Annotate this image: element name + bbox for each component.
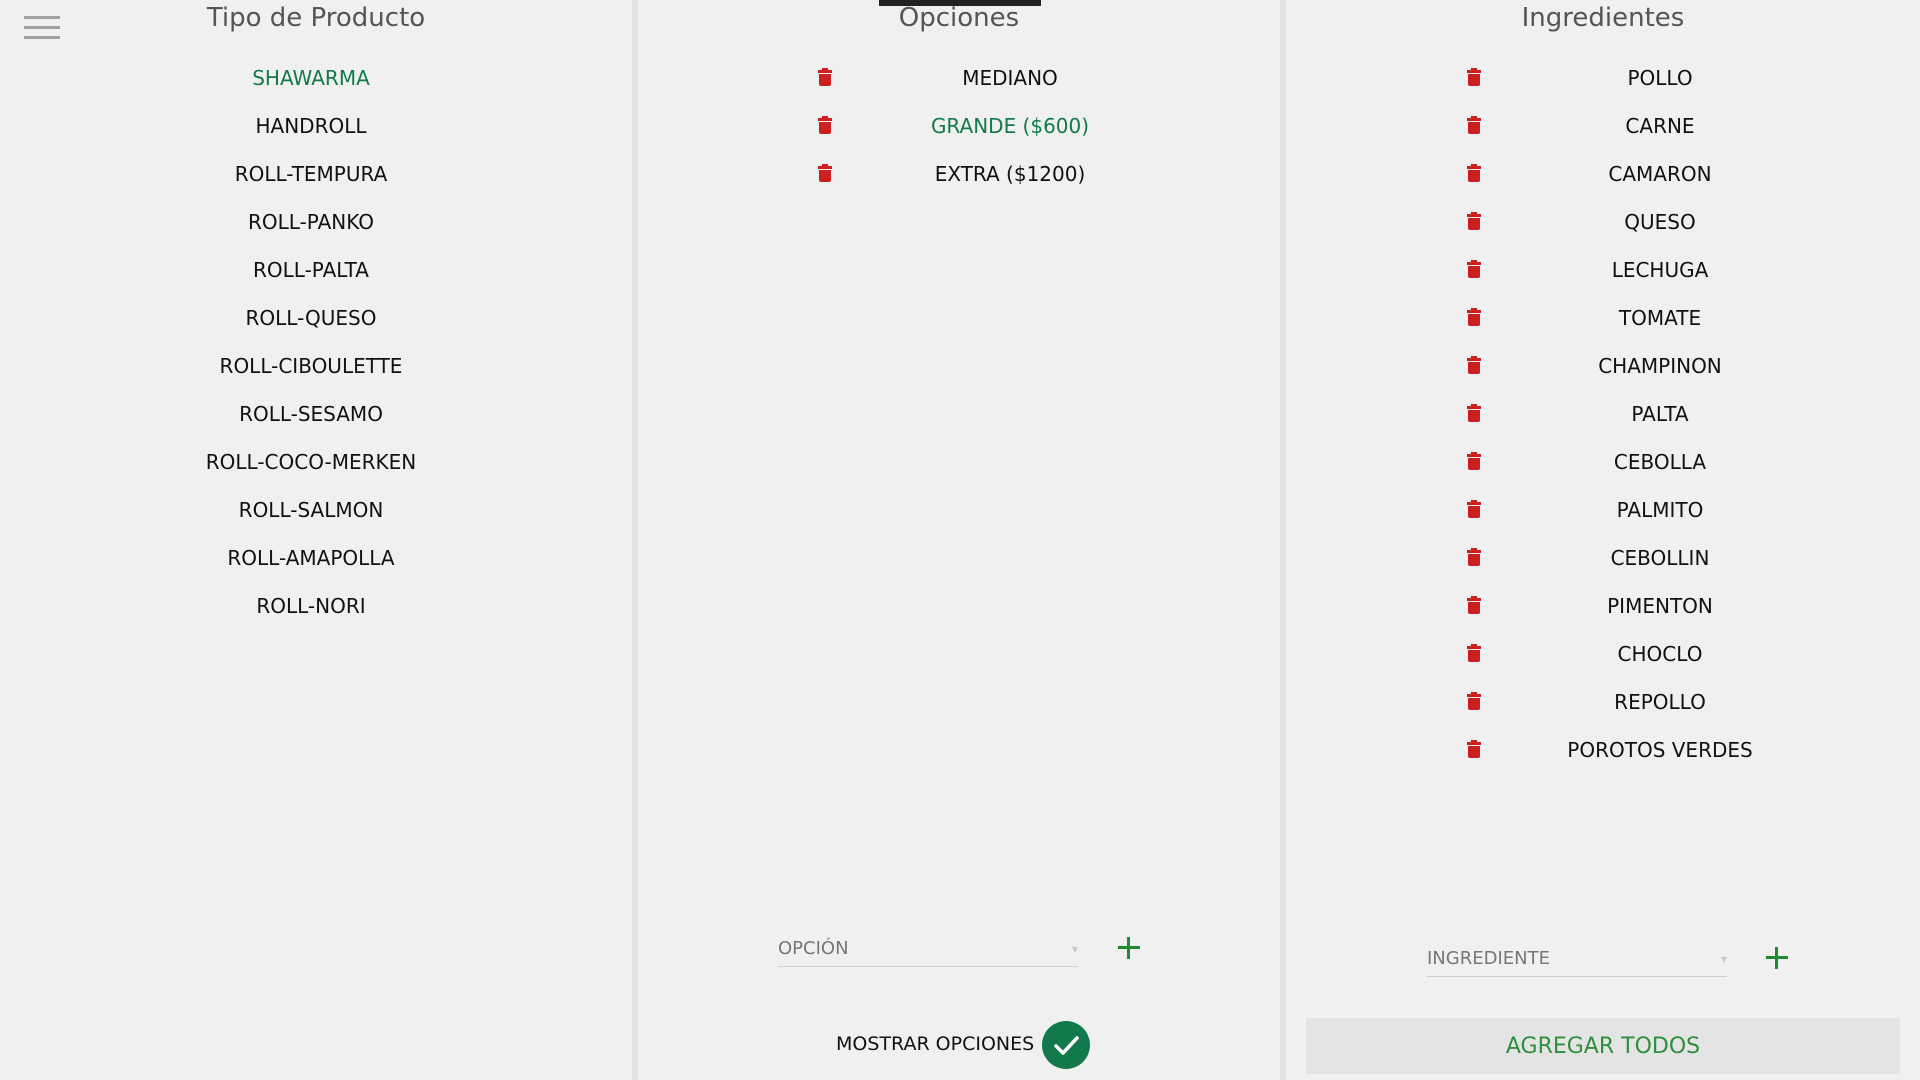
ingredient-item[interactable]: PALTA [1510,400,1810,428]
ingredient-item[interactable]: POLLO [1510,64,1810,92]
add-option-plus-icon[interactable] [1118,937,1140,959]
show-options-toggle[interactable] [1042,1021,1090,1069]
ingredient-item[interactable]: CEBOLLA [1510,448,1810,476]
trash-icon[interactable] [1467,116,1481,134]
trash-icon[interactable] [1467,740,1481,758]
trash-icon[interactable] [1467,68,1481,86]
chevron-down-icon[interactable]: ▾ [1072,942,1078,956]
option-item[interactable]: GRANDE ($600) [860,112,1160,140]
trash-icon[interactable] [1467,548,1481,566]
show-options-label: MOSTRAR OPCIONES [836,1033,1035,1055]
trash-icon[interactable] [1467,164,1481,182]
options-title: Opciones [898,3,1020,33]
ingredient-item[interactable]: PIMENTON [1510,592,1810,620]
product-type-item[interactable]: ROLL-CIBOULETTE [0,352,622,380]
trash-icon[interactable] [1467,212,1481,230]
trash-icon[interactable] [1467,260,1481,278]
ingredients-title: Ingredientes [1521,3,1685,33]
product-type-item[interactable]: SHAWARMA [0,64,622,92]
option-input-placeholder: OPCIÓN [778,938,849,959]
trash-icon[interactable] [1467,500,1481,518]
ingredient-input-placeholder: INGREDIENTE [1427,948,1550,969]
product-type-item[interactable]: ROLL-SALMON [0,496,622,524]
ingredient-item[interactable]: CEBOLLIN [1510,544,1810,572]
trash-icon[interactable] [818,116,832,134]
options-column: Opciones MEDIANO GRANDE ($600) EXTRA ($120… [638,0,1280,1080]
product-type-item[interactable]: ROLL-PALTA [0,256,622,284]
chevron-down-icon[interactable]: ▾ [1721,952,1727,966]
add-all-button[interactable]: AGREGAR TODOS [1306,1018,1900,1074]
product-type-item[interactable]: ROLL-NORI [0,592,622,620]
product-type-title: Tipo de Producto [206,3,426,33]
trash-icon[interactable] [1467,596,1481,614]
product-type-item[interactable]: ROLL-SESAMO [0,400,622,428]
product-type-item[interactable]: ROLL-COCO-MERKEN [0,448,622,476]
trash-icon[interactable] [1467,452,1481,470]
trash-icon[interactable] [818,164,832,182]
product-type-item[interactable]: ROLL-QUESO [0,304,622,332]
check-icon [1054,1036,1079,1055]
ingredients-column: Ingredientes POLLO CARNE CAMARON QUESO LECHU… [1286,0,1920,1080]
ingredient-item[interactable]: POROTOS VERDES [1510,736,1810,764]
ingredient-item[interactable]: REPOLLO [1510,688,1810,716]
add-ingredient-plus-icon[interactable] [1766,947,1788,969]
product-type-item[interactable]: ROLL-TEMPURA [0,160,622,188]
product-type-column: Tipo de Producto SHAWARMA HANDROLL ROLL-TE… [0,0,632,1080]
trash-icon[interactable] [1467,644,1481,662]
product-type-item[interactable]: ROLL-PANKO [0,208,622,236]
ingredient-item[interactable]: PALMITO [1510,496,1810,524]
ingredient-item[interactable]: CAMARON [1510,160,1810,188]
option-item[interactable]: EXTRA ($1200) [860,160,1160,188]
product-type-item[interactable]: HANDROLL [0,112,622,140]
ingredient-input[interactable]: INGREDIENTE ▾ [1427,940,1727,977]
product-type-item[interactable]: ROLL-AMAPOLLA [0,544,622,572]
trash-icon[interactable] [818,68,832,86]
trash-icon[interactable] [1467,308,1481,326]
option-input[interactable]: OPCIÓN ▾ [778,930,1078,967]
ingredient-item[interactable]: LECHUGA [1510,256,1810,284]
trash-icon[interactable] [1467,356,1481,374]
trash-icon[interactable] [1467,404,1481,422]
option-item[interactable]: MEDIANO [860,64,1160,92]
ingredient-item[interactable]: QUESO [1510,208,1810,236]
ingredient-item[interactable]: CHOCLO [1510,640,1810,668]
trash-icon[interactable] [1467,692,1481,710]
ingredient-item[interactable]: CARNE [1510,112,1810,140]
ingredient-item[interactable]: TOMATE [1510,304,1810,332]
ingredient-item[interactable]: CHAMPINON [1510,352,1810,380]
